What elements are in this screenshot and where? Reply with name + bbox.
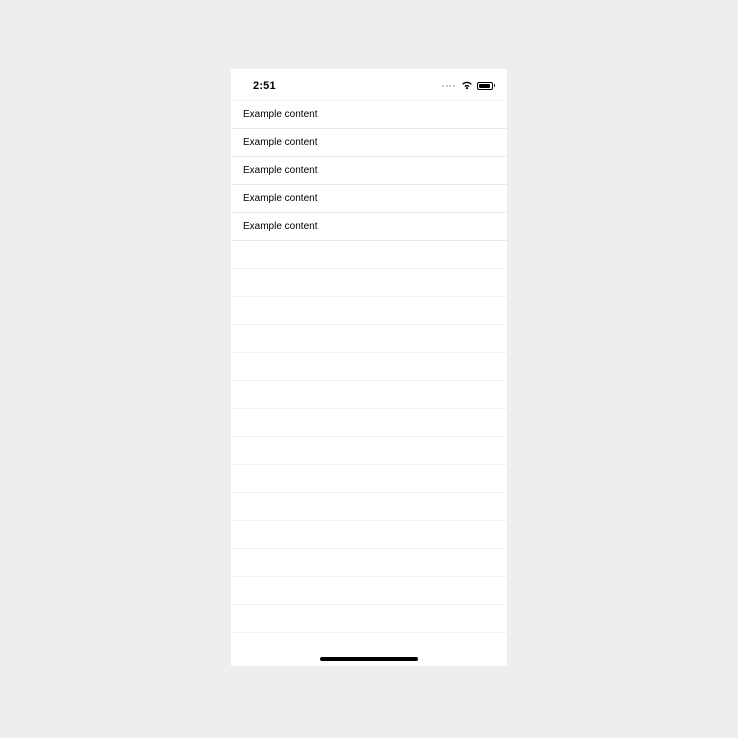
status-time: 2:51 — [253, 80, 276, 92]
list-item[interactable]: Example content — [231, 101, 507, 129]
list-item-empty — [231, 353, 507, 381]
list-item-empty — [231, 241, 507, 269]
list-item-empty — [231, 549, 507, 577]
wifi-icon — [461, 81, 473, 90]
list-item[interactable]: Example content — [231, 129, 507, 157]
list-item-empty — [231, 269, 507, 297]
list-item-empty — [231, 493, 507, 521]
list-item-empty — [231, 437, 507, 465]
list-item-empty — [231, 605, 507, 633]
list-item-label: Example content — [243, 109, 318, 120]
status-bar: 2:51 — [231, 69, 507, 100]
list-item[interactable]: Example content — [231, 185, 507, 213]
content-list[interactable]: Example content Example content Example … — [231, 100, 507, 633]
list-item-empty — [231, 409, 507, 437]
battery-icon — [477, 82, 496, 90]
status-icons — [442, 81, 495, 90]
list-item[interactable]: Example content — [231, 157, 507, 185]
list-item-empty — [231, 381, 507, 409]
list-item-empty — [231, 325, 507, 353]
cellular-dots-icon — [442, 85, 455, 87]
list-item-label: Example content — [243, 137, 318, 148]
list-item-empty — [231, 297, 507, 325]
list-item-empty — [231, 465, 507, 493]
list-item[interactable]: Example content — [231, 213, 507, 241]
list-item-label: Example content — [243, 193, 318, 204]
list-item-label: Example content — [243, 221, 318, 232]
list-item-label: Example content — [243, 165, 318, 176]
list-item-empty — [231, 521, 507, 549]
home-indicator[interactable] — [320, 657, 418, 661]
list-item-empty — [231, 577, 507, 605]
phone-frame: 2:51 Example content Example content — [231, 69, 507, 666]
